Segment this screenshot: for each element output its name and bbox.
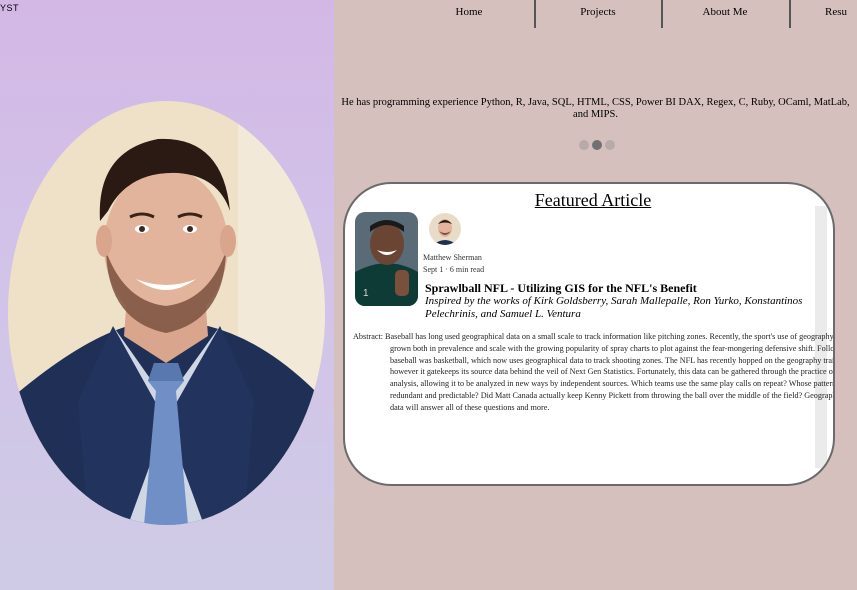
article-abstract: Abstract: Baseball has long used geograp… [353, 332, 835, 412]
nav-about-me[interactable]: About Me [663, 0, 787, 28]
nav-projects[interactable]: Projects [536, 0, 660, 28]
carousel-dot-active[interactable] [592, 140, 602, 150]
bio-slide-text: He has programming experience Python, R,… [341, 97, 850, 120]
article-title[interactable]: Sprawlball NFL - Utilizing GIS for the N… [425, 281, 697, 296]
carousel-dot[interactable] [579, 140, 589, 150]
nav-resume[interactable]: Resu [791, 0, 857, 28]
author-name[interactable]: Matthew Sherman [423, 253, 482, 262]
svg-text:1: 1 [363, 288, 369, 299]
content-panel: Home Projects About Me Resu He has progr… [334, 0, 857, 590]
profile-photo [8, 101, 325, 525]
featured-article-card[interactable]: Featured Article 1 Matthew Sherman Sept … [343, 182, 835, 486]
article-meta: Sept 1 · 6 min read [423, 265, 485, 274]
top-nav: Home Projects About Me Resu [334, 0, 857, 28]
featured-article-heading: Featured Article [534, 190, 652, 210]
article-subtitle: Inspired by the works of Kirk Goldsberry… [425, 295, 803, 320]
author-avatar[interactable] [429, 213, 461, 245]
article-thumbnail[interactable]: 1 [355, 212, 418, 306]
nav-home[interactable]: Home [425, 0, 513, 28]
carousel-dot[interactable] [605, 140, 615, 150]
brand-fragment: YST [0, 3, 20, 13]
hero-panel: YST [0, 0, 334, 590]
